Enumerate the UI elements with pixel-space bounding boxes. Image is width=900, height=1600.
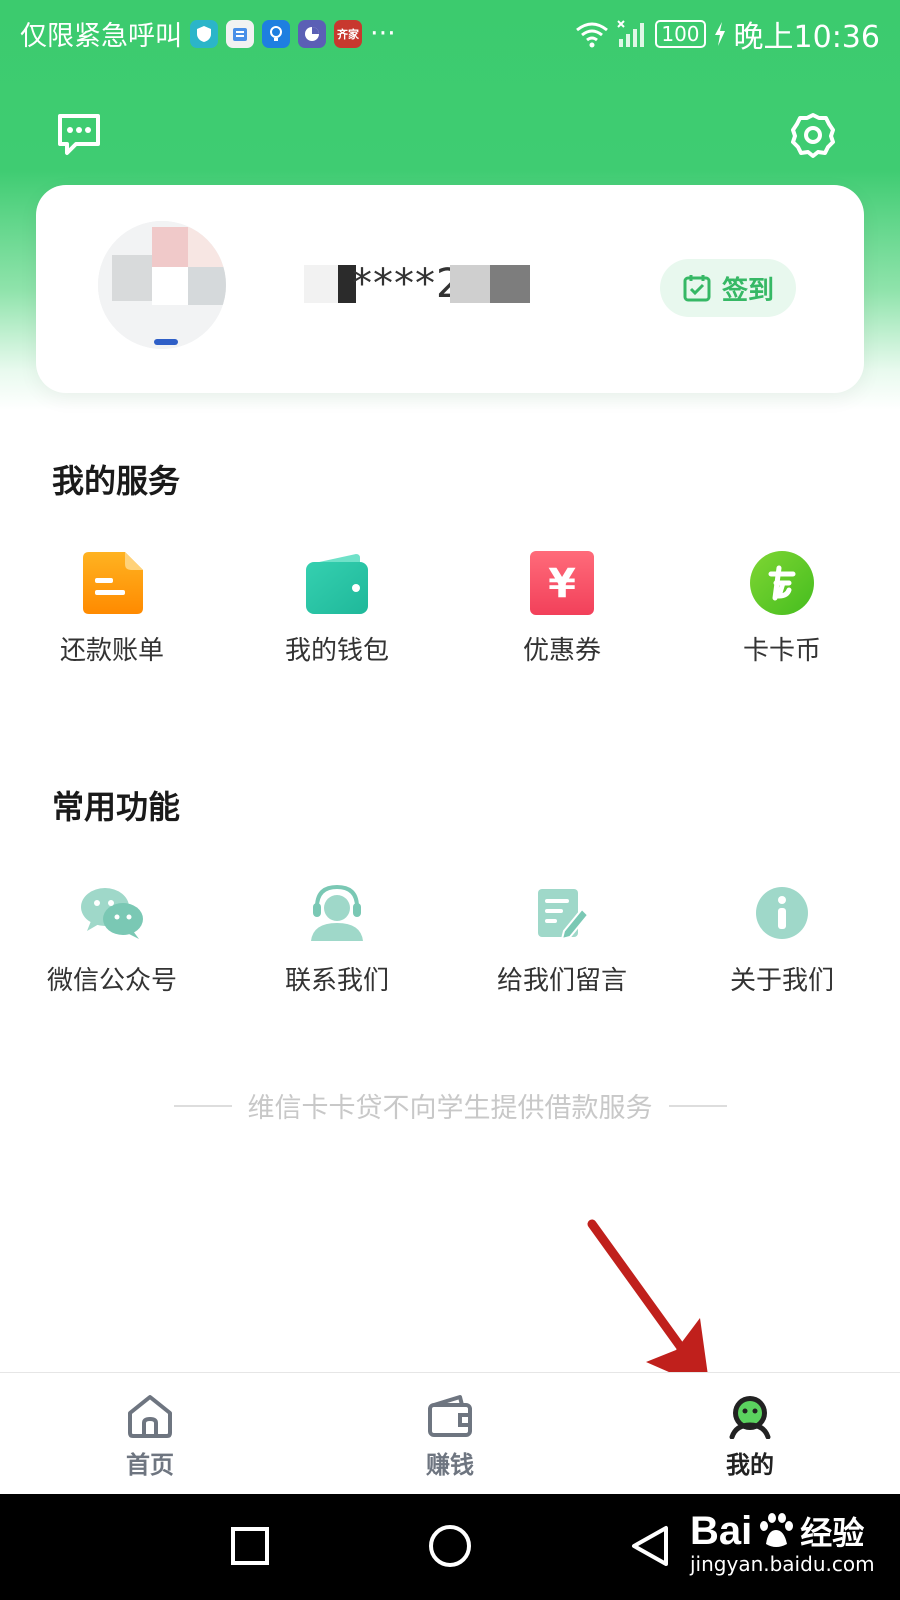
mine-icon [729, 1396, 771, 1440]
watermark-brand: Bai [690, 1508, 753, 1553]
watermark-suffix: 经验 [800, 1515, 865, 1551]
tab-label: 赚钱 [426, 1451, 474, 1479]
back-icon[interactable] [630, 1524, 670, 1568]
bottom-tab-bar: 首页 赚钱 我的 [0, 1372, 900, 1495]
home-icon [128, 1395, 172, 1438]
home-button-icon[interactable] [428, 1524, 472, 1568]
paw-icon [760, 1513, 794, 1547]
tab-label: 首页 [126, 1451, 174, 1479]
earn-icon [428, 1395, 472, 1437]
tab-label: 我的 [726, 1451, 774, 1479]
baidu-watermark: Bai 经验 jingyan.baidu.com [690, 1508, 875, 1577]
tab-home[interactable]: 首页 [80, 1393, 220, 1480]
annotation-arrow [587, 1219, 710, 1390]
tab-mine[interactable]: 我的 [680, 1393, 820, 1480]
watermark-site: jingyan.baidu.com [690, 1552, 875, 1576]
recent-apps-icon[interactable] [230, 1526, 270, 1566]
tab-earn[interactable]: 赚钱 [380, 1393, 520, 1480]
